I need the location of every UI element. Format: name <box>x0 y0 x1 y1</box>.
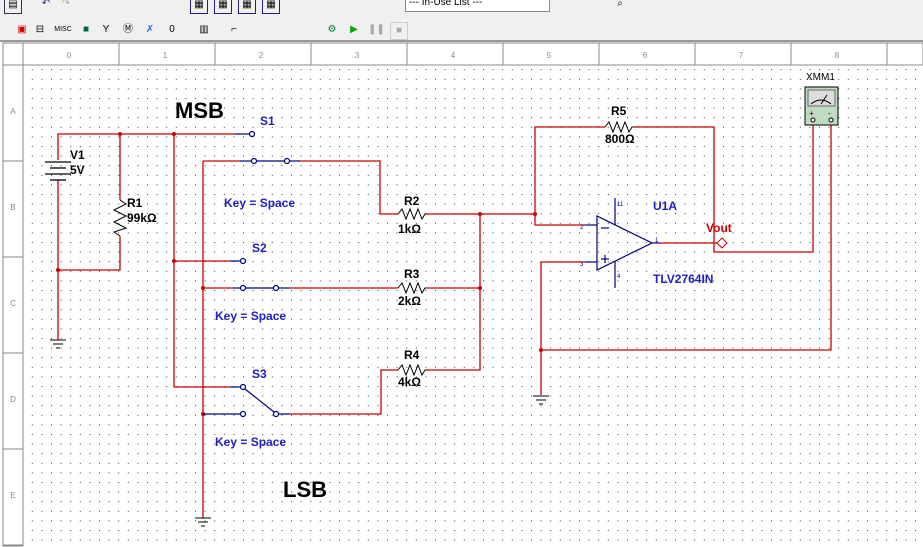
pin-vplus: 11 <box>617 202 624 208</box>
step-icon[interactable]: ⌐ <box>226 22 242 38</box>
ruler-col-4: 4 <box>451 51 456 60</box>
u1-part: TLV2764IN <box>653 272 713 286</box>
redo-icon[interactable]: ↷ <box>58 0 74 12</box>
view-icon[interactable]: ▦ <box>190 0 208 14</box>
v1-value: 5V <box>70 163 85 177</box>
ruler-col-1: 1 <box>163 51 168 60</box>
r3-value: 2kΩ <box>398 294 421 308</box>
ruler-col-3: 3 <box>355 51 360 60</box>
s1-name: S1 <box>260 114 275 128</box>
schematic-canvas[interactable]: 0 1 2 3 4 5 6 7 8 A B C D E 2 3 1 11 4 +… <box>0 40 923 547</box>
vout-label: Vout <box>706 221 732 235</box>
toolbar-simulation: ⚙ ▶ ❚❚ ■ <box>310 20 410 40</box>
r1-name: R1 <box>127 196 143 210</box>
connector-icon[interactable]: 0 <box>164 22 180 38</box>
svg-text:+: + <box>809 109 814 118</box>
xmm1-name: XMM1 <box>806 72 835 83</box>
u1-name: U1A <box>653 199 677 213</box>
stop-icon[interactable]: ■ <box>390 22 408 40</box>
s2-key: Key = Space <box>215 309 286 323</box>
misc-button[interactable]: MISC <box>52 22 74 38</box>
ruler-row-c: C <box>10 299 16 308</box>
ruler-row-e: E <box>10 491 15 500</box>
r5-value: 800Ω <box>605 132 635 146</box>
ruler-col-7: 7 <box>739 51 744 60</box>
search-icon[interactable]: ⌕ <box>612 0 628 12</box>
ruler-col-0: 0 <box>67 51 72 60</box>
ruler-row-a: A <box>10 107 16 116</box>
ruler-row-b: B <box>10 203 15 212</box>
ruler-col-6: 6 <box>643 51 648 60</box>
electromech-icon[interactable]: Ⓜ <box>120 22 136 38</box>
ruler-col-8: 8 <box>835 51 840 60</box>
r1-value: 99kΩ <box>127 211 157 225</box>
indicator-icon[interactable]: ▣ <box>14 22 30 38</box>
lsb-label: LSB <box>283 477 327 502</box>
s1-key: Key = Space <box>224 196 295 210</box>
ruler-row-d: D <box>10 395 16 404</box>
msb-label: MSB <box>175 98 224 123</box>
toolbar-top: --- In-Use List --- ▤ ↶ ↷ ▦ ▦ ▦ ▦ ⌕ <box>0 0 923 20</box>
s3-key: Key = Space <box>215 435 286 449</box>
r2-name: R2 <box>404 194 420 208</box>
undo-icon[interactable]: ↶ <box>38 0 54 12</box>
ruler-col-5: 5 <box>547 51 552 60</box>
mcu-icon[interactable]: ▥ <box>196 22 212 38</box>
run-icon[interactable]: ▶ <box>346 22 362 38</box>
antenna-icon[interactable]: Y <box>98 22 114 38</box>
simulate-icon[interactable]: ⚙ <box>324 22 340 38</box>
grapher-icon[interactable]: ▦ <box>214 0 232 14</box>
board-icon[interactable]: ■ <box>78 22 94 38</box>
power-icon[interactable]: ⊟ <box>32 22 48 38</box>
r3-name: R3 <box>404 267 420 281</box>
r2-value: 1kΩ <box>398 222 421 236</box>
r4-value: 4kΩ <box>398 375 421 389</box>
database-icon[interactable]: ▦ <box>262 0 280 14</box>
save-icon[interactable]: ▤ <box>4 0 22 14</box>
in-use-list-dropdown[interactable]: --- In-Use List --- <box>405 0 550 12</box>
place-icon[interactable]: ✗ <box>142 22 158 38</box>
r4-name: R4 <box>404 348 420 362</box>
multimeter-xmm1-icon[interactable]: + - <box>804 86 839 126</box>
s2-name: S2 <box>252 241 267 255</box>
postprocessor-icon[interactable]: ▦ <box>238 0 256 14</box>
v1-name: V1 <box>70 148 85 162</box>
ruler-col-2: 2 <box>259 51 264 60</box>
svg-text:-: - <box>828 109 831 118</box>
r5-name: R5 <box>611 104 627 118</box>
s3-name: S3 <box>252 367 267 381</box>
pause-icon[interactable]: ❚❚ <box>368 22 385 38</box>
